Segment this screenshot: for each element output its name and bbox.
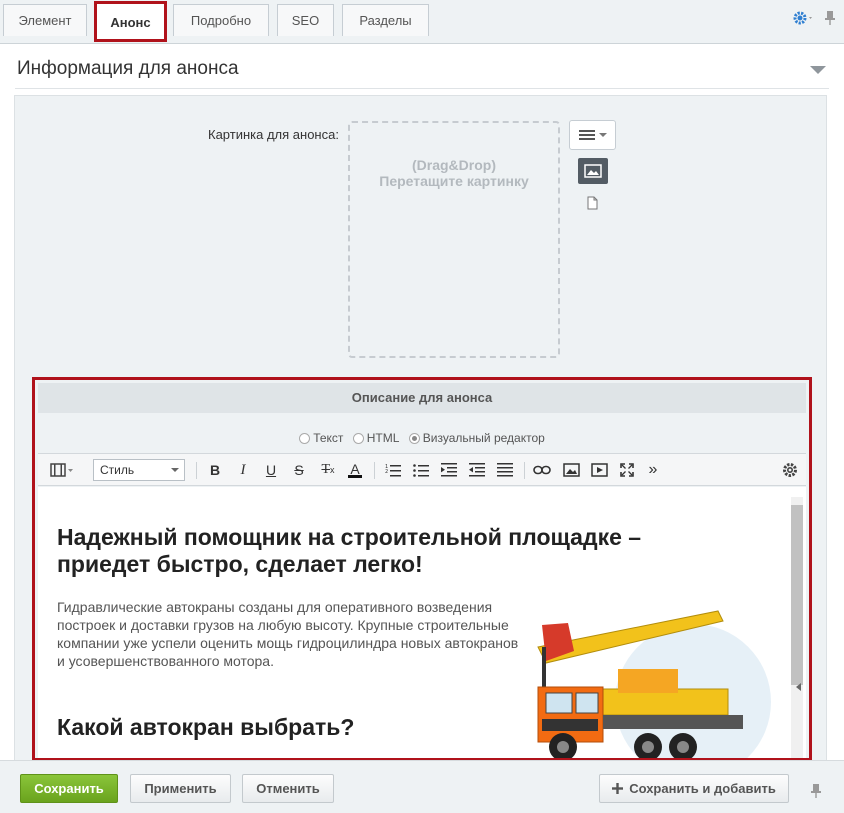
insert-image-icon[interactable]	[561, 461, 581, 479]
description-title: Описание для анонса	[38, 383, 806, 413]
plus-icon	[612, 783, 624, 794]
content-subheading: Какой автокран выбрать?	[57, 714, 355, 740]
outdent-icon[interactable]	[468, 461, 486, 479]
tab-seo[interactable]: SEO	[277, 4, 334, 36]
tab-sections[interactable]: Разделы	[342, 4, 429, 36]
section-title: Информация для анонса	[17, 58, 239, 79]
svg-text:2: 2	[385, 469, 388, 475]
bold-button[interactable]: B	[206, 461, 224, 479]
clear-format-button[interactable]: Tx	[318, 461, 338, 479]
scroll-thumb[interactable]	[791, 505, 803, 685]
mode-visual-label: Визуальный редактор	[422, 431, 545, 445]
unordered-list-icon[interactable]	[412, 461, 430, 479]
gear-icon[interactable]	[792, 10, 814, 29]
image-icon	[584, 164, 602, 178]
save-button[interactable]: Сохранить	[20, 774, 118, 803]
save-and-add-label: Сохранить и добавить	[629, 781, 776, 796]
editor-mode-selector: Текст HTML Визуальный редактор	[35, 431, 809, 447]
mode-html-label: HTML	[366, 431, 400, 445]
description-editor-block: Описание для анонса Текст HTML Визуальны…	[32, 377, 812, 761]
menu-icon	[578, 130, 595, 140]
color-bar	[348, 474, 362, 478]
toolbar-separator	[196, 462, 197, 479]
save-and-add-button[interactable]: Сохранить и добавить	[599, 774, 789, 803]
radio-text[interactable]	[299, 432, 311, 444]
editor-settings-gear-icon[interactable]	[780, 461, 800, 479]
side-collapse-icon[interactable]	[796, 683, 801, 691]
picture-label: Картинка для анонса:	[208, 127, 339, 142]
footer-bar: Сохранить Применить Отменить Сохранить и…	[0, 760, 844, 813]
fullscreen-icon[interactable]	[617, 461, 637, 479]
indent-icon[interactable]	[440, 461, 458, 479]
mode-text[interactable]: Текст	[299, 431, 343, 445]
pin-footer-icon[interactable]	[810, 783, 822, 802]
insert-video-icon[interactable]	[589, 461, 609, 479]
pin-icon[interactable]	[824, 10, 836, 29]
file-icon[interactable]	[587, 196, 598, 213]
apply-button[interactable]: Применить	[130, 774, 231, 803]
tab-bar: Элемент Анонс Подробно SEO Разделы	[0, 0, 844, 44]
editor-toolbar: Стиль B I U S Tx A 12 »	[38, 453, 806, 486]
picture-menu-button[interactable]	[569, 120, 616, 150]
dropzone-hint-2: Перетащите картинку	[379, 173, 529, 189]
divider	[15, 88, 829, 89]
dropzone-hint-1: (Drag&Drop)	[412, 157, 496, 173]
mode-visual[interactable]: Визуальный редактор	[408, 431, 545, 445]
ordered-list-icon[interactable]: 12	[384, 461, 402, 479]
more-tools-button[interactable]: »	[644, 461, 662, 479]
radio-visual[interactable]	[408, 432, 420, 444]
tab-announce[interactable]: Анонс	[94, 1, 167, 42]
mode-text-label: Текст	[313, 431, 344, 445]
style-select[interactable]: Стиль	[93, 459, 185, 481]
picture-dropzone[interactable]: (Drag&Drop) Перетащите картинку	[348, 121, 560, 358]
clear-format-glyph: T	[321, 462, 331, 477]
editor-scrollbar[interactable]	[788, 487, 806, 758]
link-icon[interactable]	[532, 461, 552, 479]
editor-content-area[interactable]: Надежный помощник на строительной площад…	[38, 487, 806, 758]
mode-html[interactable]: HTML	[352, 431, 400, 445]
italic-button[interactable]: I	[234, 461, 252, 479]
chevron-down-icon	[598, 133, 607, 137]
collapse-arrow-icon[interactable]	[810, 66, 826, 74]
tab-details[interactable]: Подробно	[173, 4, 269, 36]
clear-format-sub: x	[330, 465, 335, 475]
radio-html[interactable]	[352, 432, 364, 444]
toolbar-separator	[374, 462, 375, 479]
cancel-button[interactable]: Отменить	[242, 774, 334, 803]
content-paragraph: Гидравлические автокраны созданы для опе…	[57, 599, 519, 669]
text-color-button[interactable]: A	[346, 461, 364, 479]
tab-tools	[792, 10, 836, 29]
crane-truck-image	[537, 610, 771, 758]
text-color-glyph: A	[350, 460, 360, 477]
image-upload-button[interactable]	[578, 158, 608, 184]
content-heading: Надежный помощник на строительной площад…	[57, 524, 642, 577]
underline-button[interactable]: U	[262, 461, 280, 479]
snippets-icon[interactable]	[47, 461, 77, 479]
tab-element[interactable]: Элемент	[3, 4, 87, 36]
page: Элемент Анонс Подробно SEO Разделы Инфор…	[0, 0, 844, 813]
strikethrough-button[interactable]: S	[290, 461, 308, 479]
align-icon[interactable]	[496, 461, 514, 479]
toolbar-separator	[524, 462, 525, 479]
